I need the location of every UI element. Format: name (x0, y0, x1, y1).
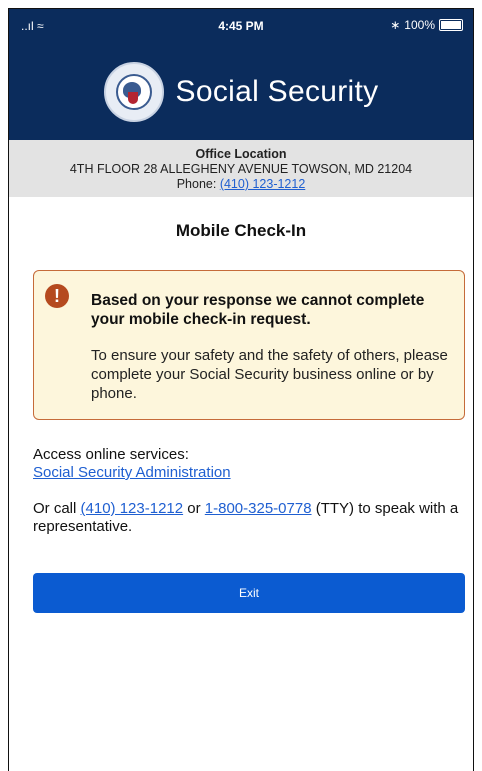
bluetooth-icon: ∗ (390, 18, 401, 32)
online-services-section: Access online services: Social Security … (33, 446, 465, 482)
online-services-label: Access online services: (33, 446, 189, 463)
office-location-panel: Office Location 4TH FLOOR 28 ALLEGHENY A… (9, 140, 473, 197)
office-phone-link[interactable]: (410) 123-1212 (220, 177, 305, 191)
app-header: Social Security (9, 43, 473, 140)
alert-body: To ensure your safety and the safety of … (91, 347, 448, 402)
app-title: Social Security (175, 74, 379, 108)
battery-icon (439, 19, 463, 31)
exit-button[interactable]: Exit (33, 573, 465, 613)
battery-percent: 100% (404, 18, 435, 32)
ssa-seal-icon (103, 61, 164, 122)
call-or: or (187, 500, 201, 517)
exclamation-icon: ! (45, 284, 69, 308)
alert-box: ! Based on your response we cannot compl… (33, 270, 465, 420)
office-address: 4TH FLOOR 28 ALLEGHENY AVENUE TOWSON, MD… (69, 162, 413, 176)
call-phone-link[interactable]: (410) 123-1212 (81, 500, 184, 517)
office-location-label: Office Location (195, 147, 287, 161)
call-prefix: Or call (33, 500, 77, 517)
office-phone-line: Phone: (410) 123-1212 (9, 177, 473, 192)
ssa-website-link[interactable]: Social Security Administration (33, 464, 231, 481)
office-phone-prefix: Phone: (176, 177, 217, 191)
alert-heading: Based on your response we cannot complet… (91, 292, 425, 328)
battery-status: ∗ 100% (390, 18, 463, 32)
phone-frame-right (473, 8, 474, 771)
call-section: Or call (410) 123-1212 or 1-800-325-0778… (33, 500, 465, 536)
page-title: Mobile Check-In (175, 221, 307, 240)
tty-phone-link[interactable]: 1-800-325-0778 (205, 500, 312, 517)
status-bar: ..ıl ≈ 4:45 PM ∗ 100% (9, 9, 473, 43)
